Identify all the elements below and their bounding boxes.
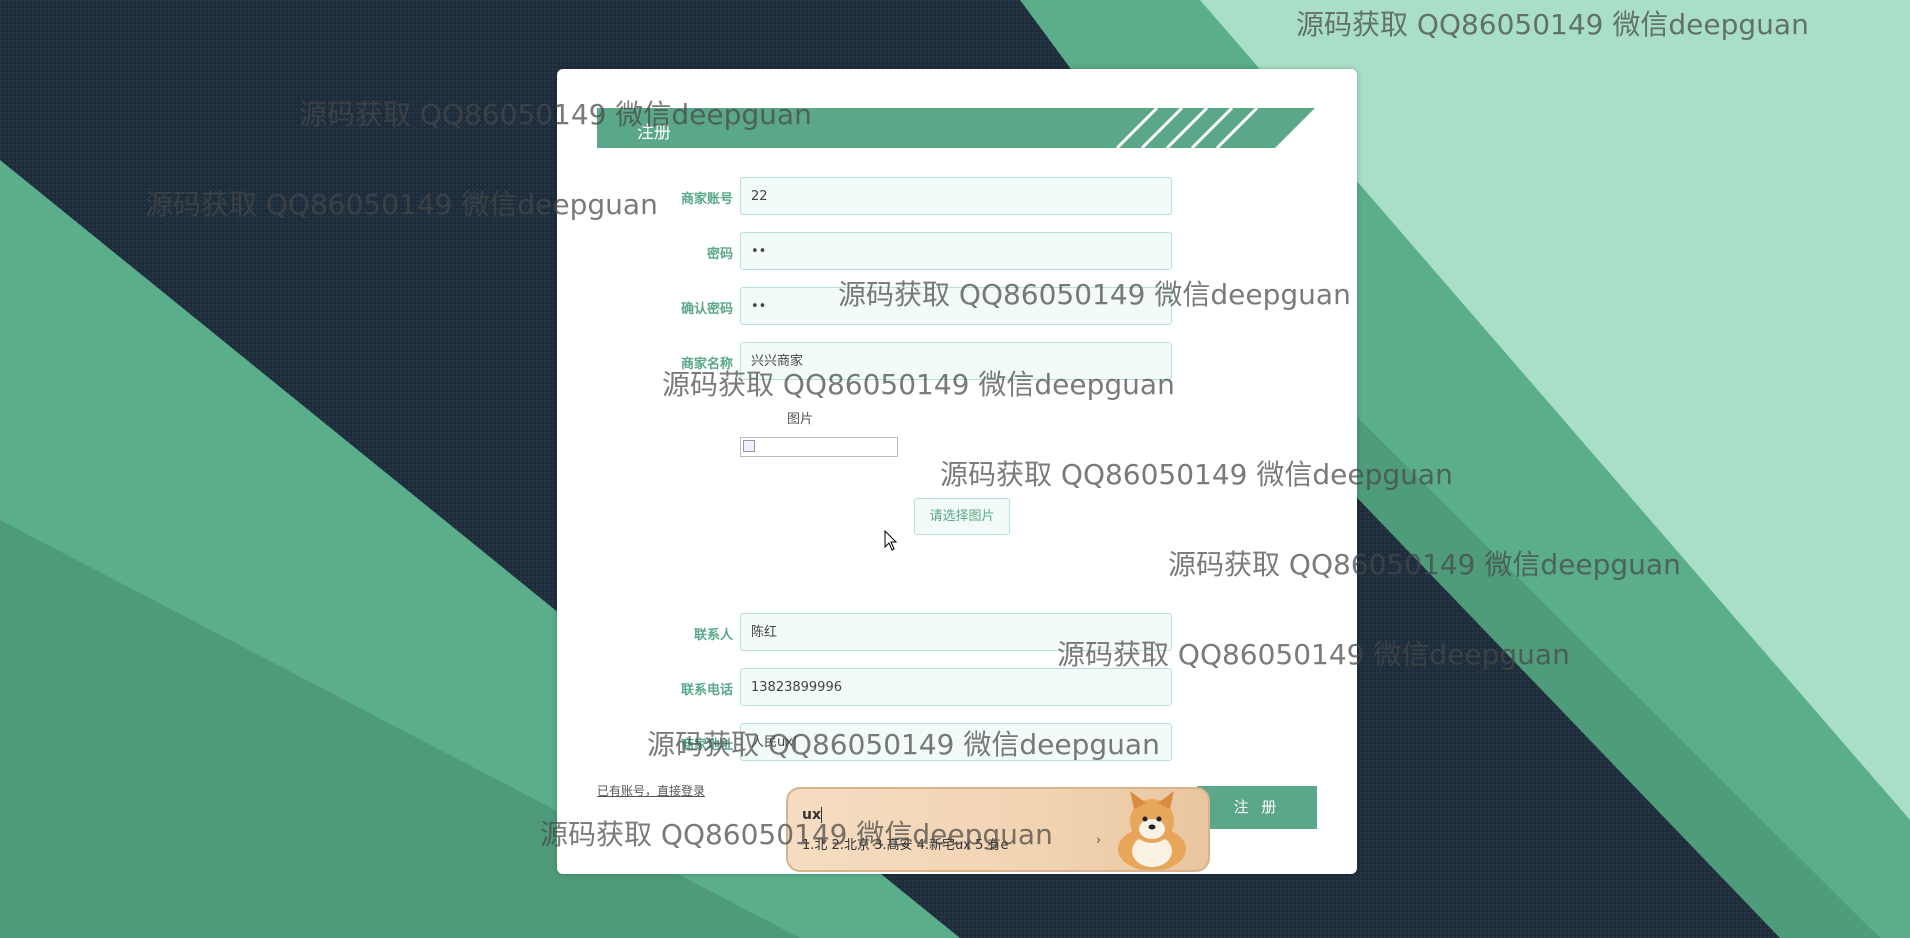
field-row-password: 密码 •• <box>557 232 1357 272</box>
ime-candidate-list[interactable]: 1.北 2.北京 3.高安 4.新宅ux 5.有e <box>802 834 1008 853</box>
field-row-account: 商家账号 22 <box>557 177 1357 217</box>
password-input[interactable]: •• <box>740 232 1172 270</box>
ime-candidate-window: ux 1.北 2.北京 3.高安 4.新宅ux 5.有e › <box>786 787 1210 872</box>
phone-label: 联系电话 <box>680 683 733 698</box>
account-input[interactable]: 22 <box>740 177 1172 215</box>
ime-caret <box>821 807 822 823</box>
mouse-cursor-icon <box>884 530 898 551</box>
shop-name-input[interactable]: 兴兴商家 <box>740 342 1172 380</box>
password-label: 密码 <box>706 247 733 262</box>
shop-name-label: 商家名称 <box>680 357 733 372</box>
field-row-confirm-password: 确认密码 •• <box>557 287 1357 327</box>
phone-input[interactable]: 13823899996 <box>740 668 1172 706</box>
image-preview <box>740 437 898 457</box>
page-title: 注册 <box>637 123 671 143</box>
confirm-password-label: 确认密码 <box>680 302 733 317</box>
choose-image-button[interactable]: 请选择图片 <box>914 498 1010 535</box>
account-label: 商家账号 <box>680 192 733 207</box>
image-label: 图片 <box>787 412 814 427</box>
register-button[interactable]: 注 册 <box>1197 786 1317 829</box>
contact-input[interactable]: 陈红 <box>740 613 1172 651</box>
field-row-phone: 联系电话 13823899996 <box>557 668 1357 708</box>
title-bar: 注册 <box>597 108 1315 148</box>
register-card: 注册 商家账号 22 密码 •• 确认密码 •• 商家名称 兴兴商家 图片 请选… <box>557 69 1357 874</box>
broken-image-icon <box>743 440 755 452</box>
field-row-contact: 联系人 陈红 <box>557 613 1357 653</box>
chevron-right-icon[interactable]: › <box>1096 833 1101 848</box>
confirm-password-input[interactable]: •• <box>740 287 1172 325</box>
login-link[interactable]: 已有账号，直接登录 <box>597 782 705 799</box>
address-input[interactable]: 人民ux| <box>740 723 1172 761</box>
address-label: 商家地址 <box>680 738 733 753</box>
ime-composition-text: ux <box>802 807 821 823</box>
ime-composition: ux <box>802 807 822 823</box>
contact-label: 联系人 <box>693 628 733 643</box>
field-row-address: 商家地址 人民ux| <box>557 723 1357 763</box>
field-row-shop-name: 商家名称 兴兴商家 <box>557 342 1357 382</box>
shiba-dog-icon <box>1118 791 1186 870</box>
title-banner <box>597 108 1315 148</box>
